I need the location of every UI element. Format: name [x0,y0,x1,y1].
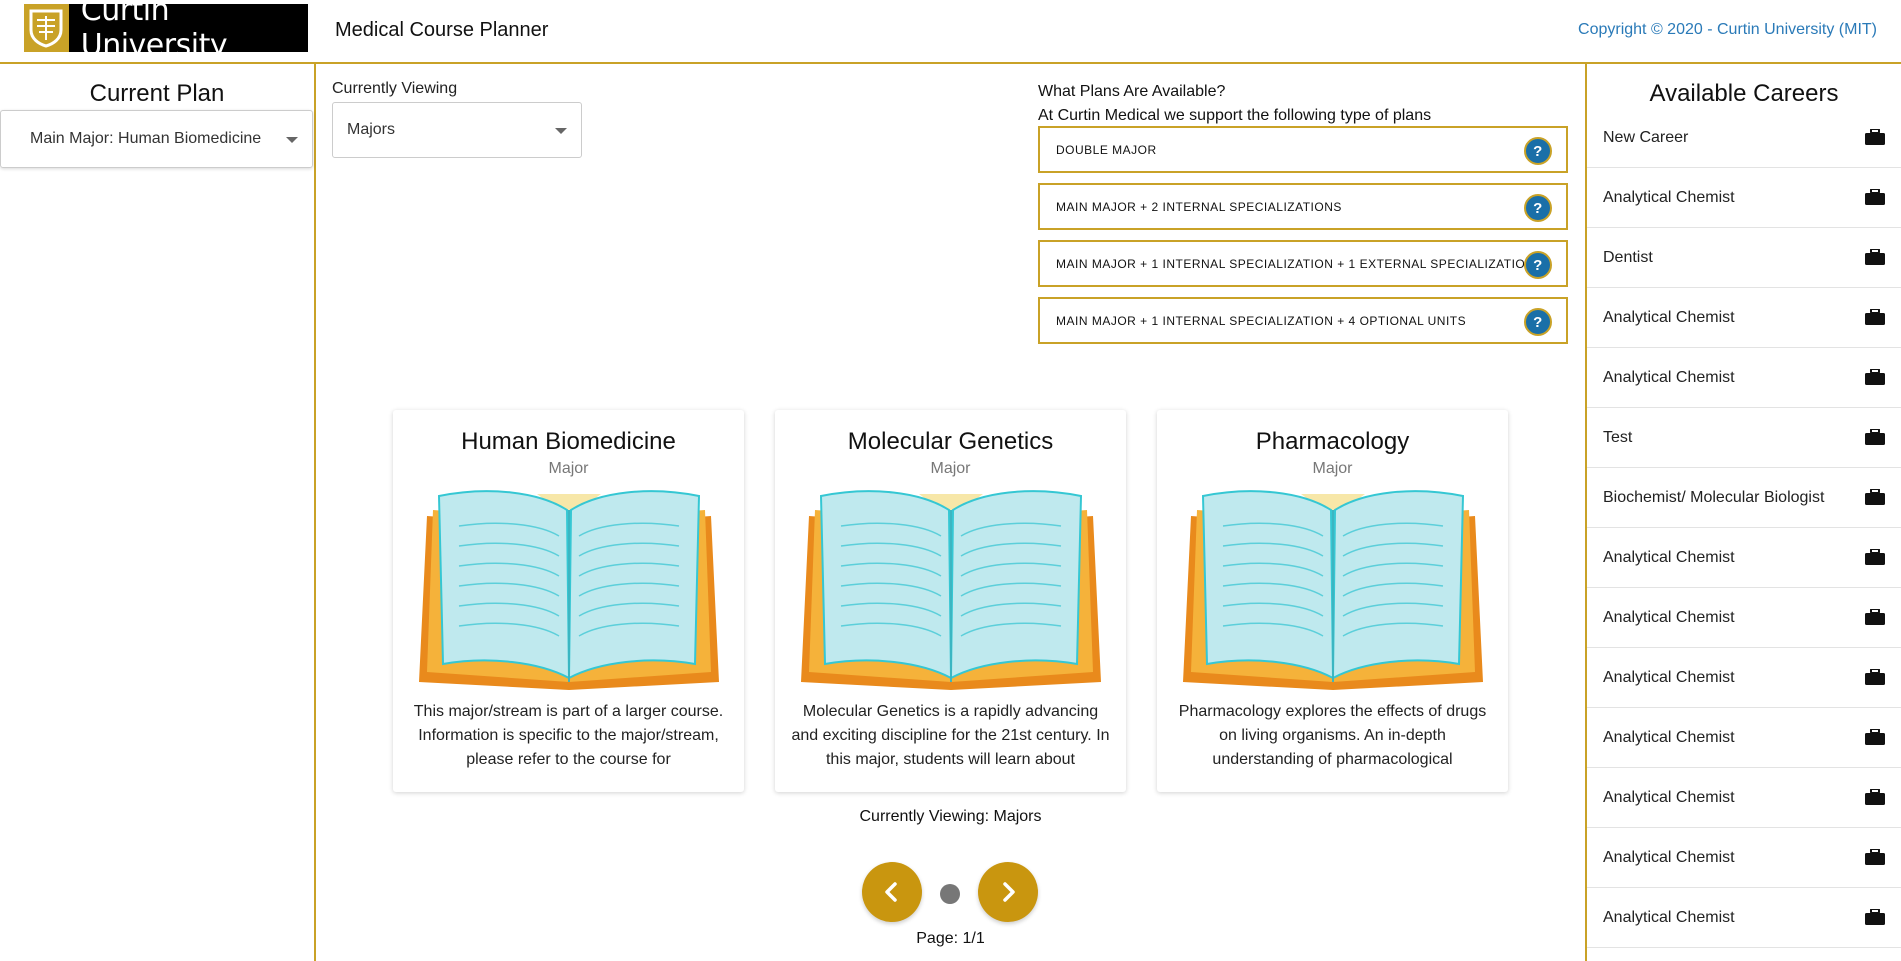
career-item[interactable]: Analytical Chemist [1587,888,1901,948]
card-title: Pharmacology [1255,428,1410,455]
open-book-icon [418,490,719,690]
card-title: Human Biomedicine [461,428,676,455]
plans-info: What Plans Are Available? At Curtin Medi… [1038,80,1431,128]
career-label: Dentist [1603,248,1653,266]
chevron-right-icon [1003,882,1015,902]
career-item[interactable]: Analytical Chemist [1587,648,1901,708]
career-label: Analytical Chemist [1603,668,1735,686]
available-careers-title: Available Careers [1649,80,1839,107]
career-item[interactable]: Analytical Chemist [1587,348,1901,408]
help-icon[interactable]: ? [1524,251,1552,279]
career-label: Analytical Chemist [1603,908,1735,926]
career-item[interactable]: Analytical Chemist [1587,528,1901,588]
career-label: Analytical Chemist [1603,728,1735,746]
briefcase-icon[interactable] [1865,609,1885,625]
briefcase-icon[interactable] [1865,369,1885,385]
career-label: New Career [1603,128,1689,146]
next-page-button[interactable] [978,862,1038,922]
copyright-link[interactable]: Copyright © 2020 - Curtin University (MI… [1578,21,1877,39]
briefcase-icon[interactable] [1865,189,1885,205]
card-type: Major [1312,460,1353,477]
plans-question: What Plans Are Available? [1038,83,1226,100]
open-book-icon [800,490,1101,690]
currently-viewing-select[interactable]: Majors [332,102,582,158]
career-label: Analytical Chemist [1603,608,1735,626]
plan-type-label: MAIN MAJOR + 1 INTERNAL SPECIALIZATION +… [1056,256,1535,271]
plan-type-label: MAIN MAJOR + 2 INTERNAL SPECIALIZATIONS [1056,199,1342,214]
career-list: New Career Analytical Chemist Dentist An… [1587,108,1901,948]
help-icon[interactable]: ? [1524,137,1552,165]
curtin-logo[interactable]: Curtin University [24,0,308,63]
help-icon[interactable]: ? [1524,194,1552,222]
card-type: Major [548,460,589,477]
plan-type-major-internal-optional[interactable]: MAIN MAJOR + 1 INTERNAL SPECIALIZATION +… [1038,297,1568,344]
career-item[interactable]: Analytical Chemist [1587,288,1901,348]
app-title: Medical Course Planner [335,19,549,41]
career-label: Analytical Chemist [1603,788,1735,806]
briefcase-icon[interactable] [1865,129,1885,145]
current-plan-value: Main Major: Human Biomedicine [30,130,262,147]
career-item[interactable]: New Career [1587,108,1901,168]
career-item[interactable]: Biochemist/ Molecular Biologist [1587,468,1901,528]
page-label: Page: 1/1 [916,930,985,947]
available-careers-panel: Available Careers New Career Analytical … [1585,64,1901,961]
course-card[interactable]: Human Biomedicine Major This major/strea… [393,410,744,792]
plan-type-major-internal-external[interactable]: MAIN MAJOR + 1 INTERNAL SPECIALIZATION +… [1038,240,1568,287]
career-label: Analytical Chemist [1603,308,1735,326]
briefcase-icon[interactable] [1865,789,1885,805]
career-label: Analytical Chemist [1603,368,1735,386]
course-card[interactable]: Molecular Genetics Major Molecular Genet… [775,410,1126,792]
briefcase-icon[interactable] [1865,489,1885,505]
card-type: Major [930,460,971,477]
briefcase-icon[interactable] [1865,669,1885,685]
currently-viewing-value: Majors [347,121,396,138]
current-plan-panel: Current Plan Main Major: Human Biomedici… [0,64,316,961]
help-icon[interactable]: ? [1524,308,1552,336]
plan-type-label: MAIN MAJOR + 1 INTERNAL SPECIALIZATION +… [1056,313,1467,328]
current-plan-title: Current Plan [89,80,225,107]
card-description: Molecular Genetics is a rapidly advancin… [791,703,1110,768]
crest-icon [24,4,69,52]
plans-intro: At Curtin Medical we support the followi… [1038,107,1432,124]
main-content: Currently Viewing Majors What Plans Are … [316,64,1585,961]
card-description: Pharmacology explores the effects of dru… [1178,703,1487,768]
career-item[interactable]: Analytical Chemist [1587,708,1901,768]
chevron-down-icon [286,137,298,143]
app-header: Curtin University Medical Course Planner… [0,0,1901,64]
currently-viewing-label: Currently Viewing [332,80,458,97]
chevron-down-icon [555,128,567,134]
current-plan-select[interactable]: Main Major: Human Biomedicine [0,110,313,168]
briefcase-icon[interactable] [1865,849,1885,865]
briefcase-icon[interactable] [1865,549,1885,565]
career-item[interactable]: Analytical Chemist [1587,168,1901,228]
currently-viewing-footer: Currently Viewing: Majors [859,808,1042,825]
career-item[interactable]: Analytical Chemist [1587,768,1901,828]
page-indicator-dot[interactable] [940,884,960,904]
course-card[interactable]: Pharmacology Major Pharmacology explores… [1157,410,1508,792]
previous-page-button[interactable] [862,862,922,922]
career-item[interactable]: Test [1587,408,1901,468]
card-title: Molecular Genetics [847,428,1054,455]
career-label: Test [1603,428,1633,446]
plan-type-double-major[interactable]: DOUBLE MAJOR ? [1038,126,1568,173]
career-label: Biochemist/ Molecular Biologist [1603,488,1825,506]
briefcase-icon[interactable] [1865,909,1885,925]
career-label: Analytical Chemist [1603,548,1735,566]
briefcase-icon[interactable] [1865,729,1885,745]
career-item[interactable]: Analytical Chemist [1587,828,1901,888]
career-item[interactable]: Dentist [1587,228,1901,288]
chevron-left-icon [885,882,897,902]
plan-type-major-2-internal[interactable]: MAIN MAJOR + 2 INTERNAL SPECIALIZATIONS … [1038,183,1568,230]
career-label: Analytical Chemist [1603,188,1735,206]
card-description: This major/stream is part of a larger co… [413,703,724,768]
plan-type-label: DOUBLE MAJOR [1056,142,1157,157]
briefcase-icon[interactable] [1865,429,1885,445]
briefcase-icon[interactable] [1865,309,1885,325]
briefcase-icon[interactable] [1865,249,1885,265]
logo-text: Curtin University [80,0,228,63]
career-item[interactable]: Analytical Chemist [1587,588,1901,648]
open-book-icon [1182,490,1483,690]
career-label: Analytical Chemist [1603,848,1735,866]
